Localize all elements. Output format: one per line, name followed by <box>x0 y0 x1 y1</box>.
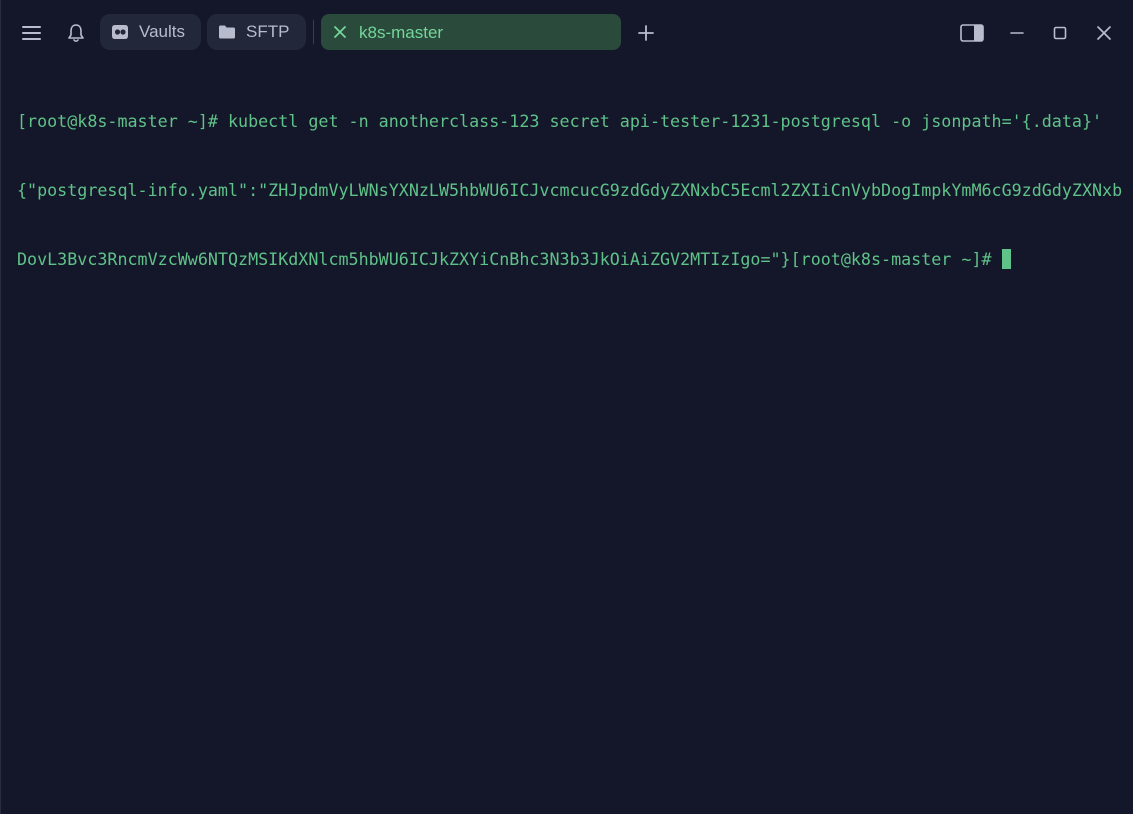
plus-icon <box>638 25 654 41</box>
new-tab-button[interactable] <box>631 18 661 48</box>
terminal-output[interactable]: [root@k8s-master ~]# kubectl get -n anot… <box>17 64 1127 804</box>
menu-button[interactable] <box>17 18 47 48</box>
maximize-icon <box>1053 26 1067 40</box>
terminal-line: DovL3Bvc3RncmVzcWw6NTQzMSIKdXNlcm5hbWU6I… <box>17 248 1127 271</box>
vaults-button[interactable]: Vaults <box>100 14 201 50</box>
close-tab-button[interactable] <box>331 23 349 41</box>
folder-icon <box>217 22 237 42</box>
tab-label: k8s-master <box>359 23 444 42</box>
close-icon <box>334 26 346 38</box>
minimize-icon <box>1010 32 1024 34</box>
vaults-label: Vaults <box>139 22 185 41</box>
sftp-button[interactable]: SFTP <box>207 14 306 50</box>
terminal-line-text: DovL3Bvc3RncmVzcWw6NTQzMSIKdXNlcm5hbWU6I… <box>17 249 992 269</box>
terminal-line: {"postgresql-info.yaml":"ZHJpdmVyLWNsYXN… <box>17 180 1123 200</box>
close-icon <box>1097 26 1111 40</box>
sidebar-toggle-icon <box>960 24 984 42</box>
toggle-sidebar-button[interactable] <box>957 18 987 48</box>
close-window-button[interactable] <box>1089 18 1119 48</box>
title-bar: Vaults SFTP k8s-master <box>1 0 1133 64</box>
vault-icon <box>110 22 130 42</box>
sftp-label: SFTP <box>246 22 290 41</box>
minimize-button[interactable] <box>1002 18 1032 48</box>
terminal-app-window: Vaults SFTP k8s-master [root@k8s-master … <box>0 0 1133 814</box>
terminal-cursor <box>1001 249 1011 269</box>
maximize-button[interactable] <box>1045 18 1075 48</box>
tab-k8s-master[interactable]: k8s-master <box>321 14 621 50</box>
bell-icon <box>68 24 84 43</box>
terminal-line: [root@k8s-master ~]# kubectl get -n anot… <box>17 111 1103 131</box>
hamburger-menu-icon <box>22 26 41 40</box>
tab-divider <box>313 20 314 44</box>
notifications-button[interactable] <box>61 18 91 48</box>
